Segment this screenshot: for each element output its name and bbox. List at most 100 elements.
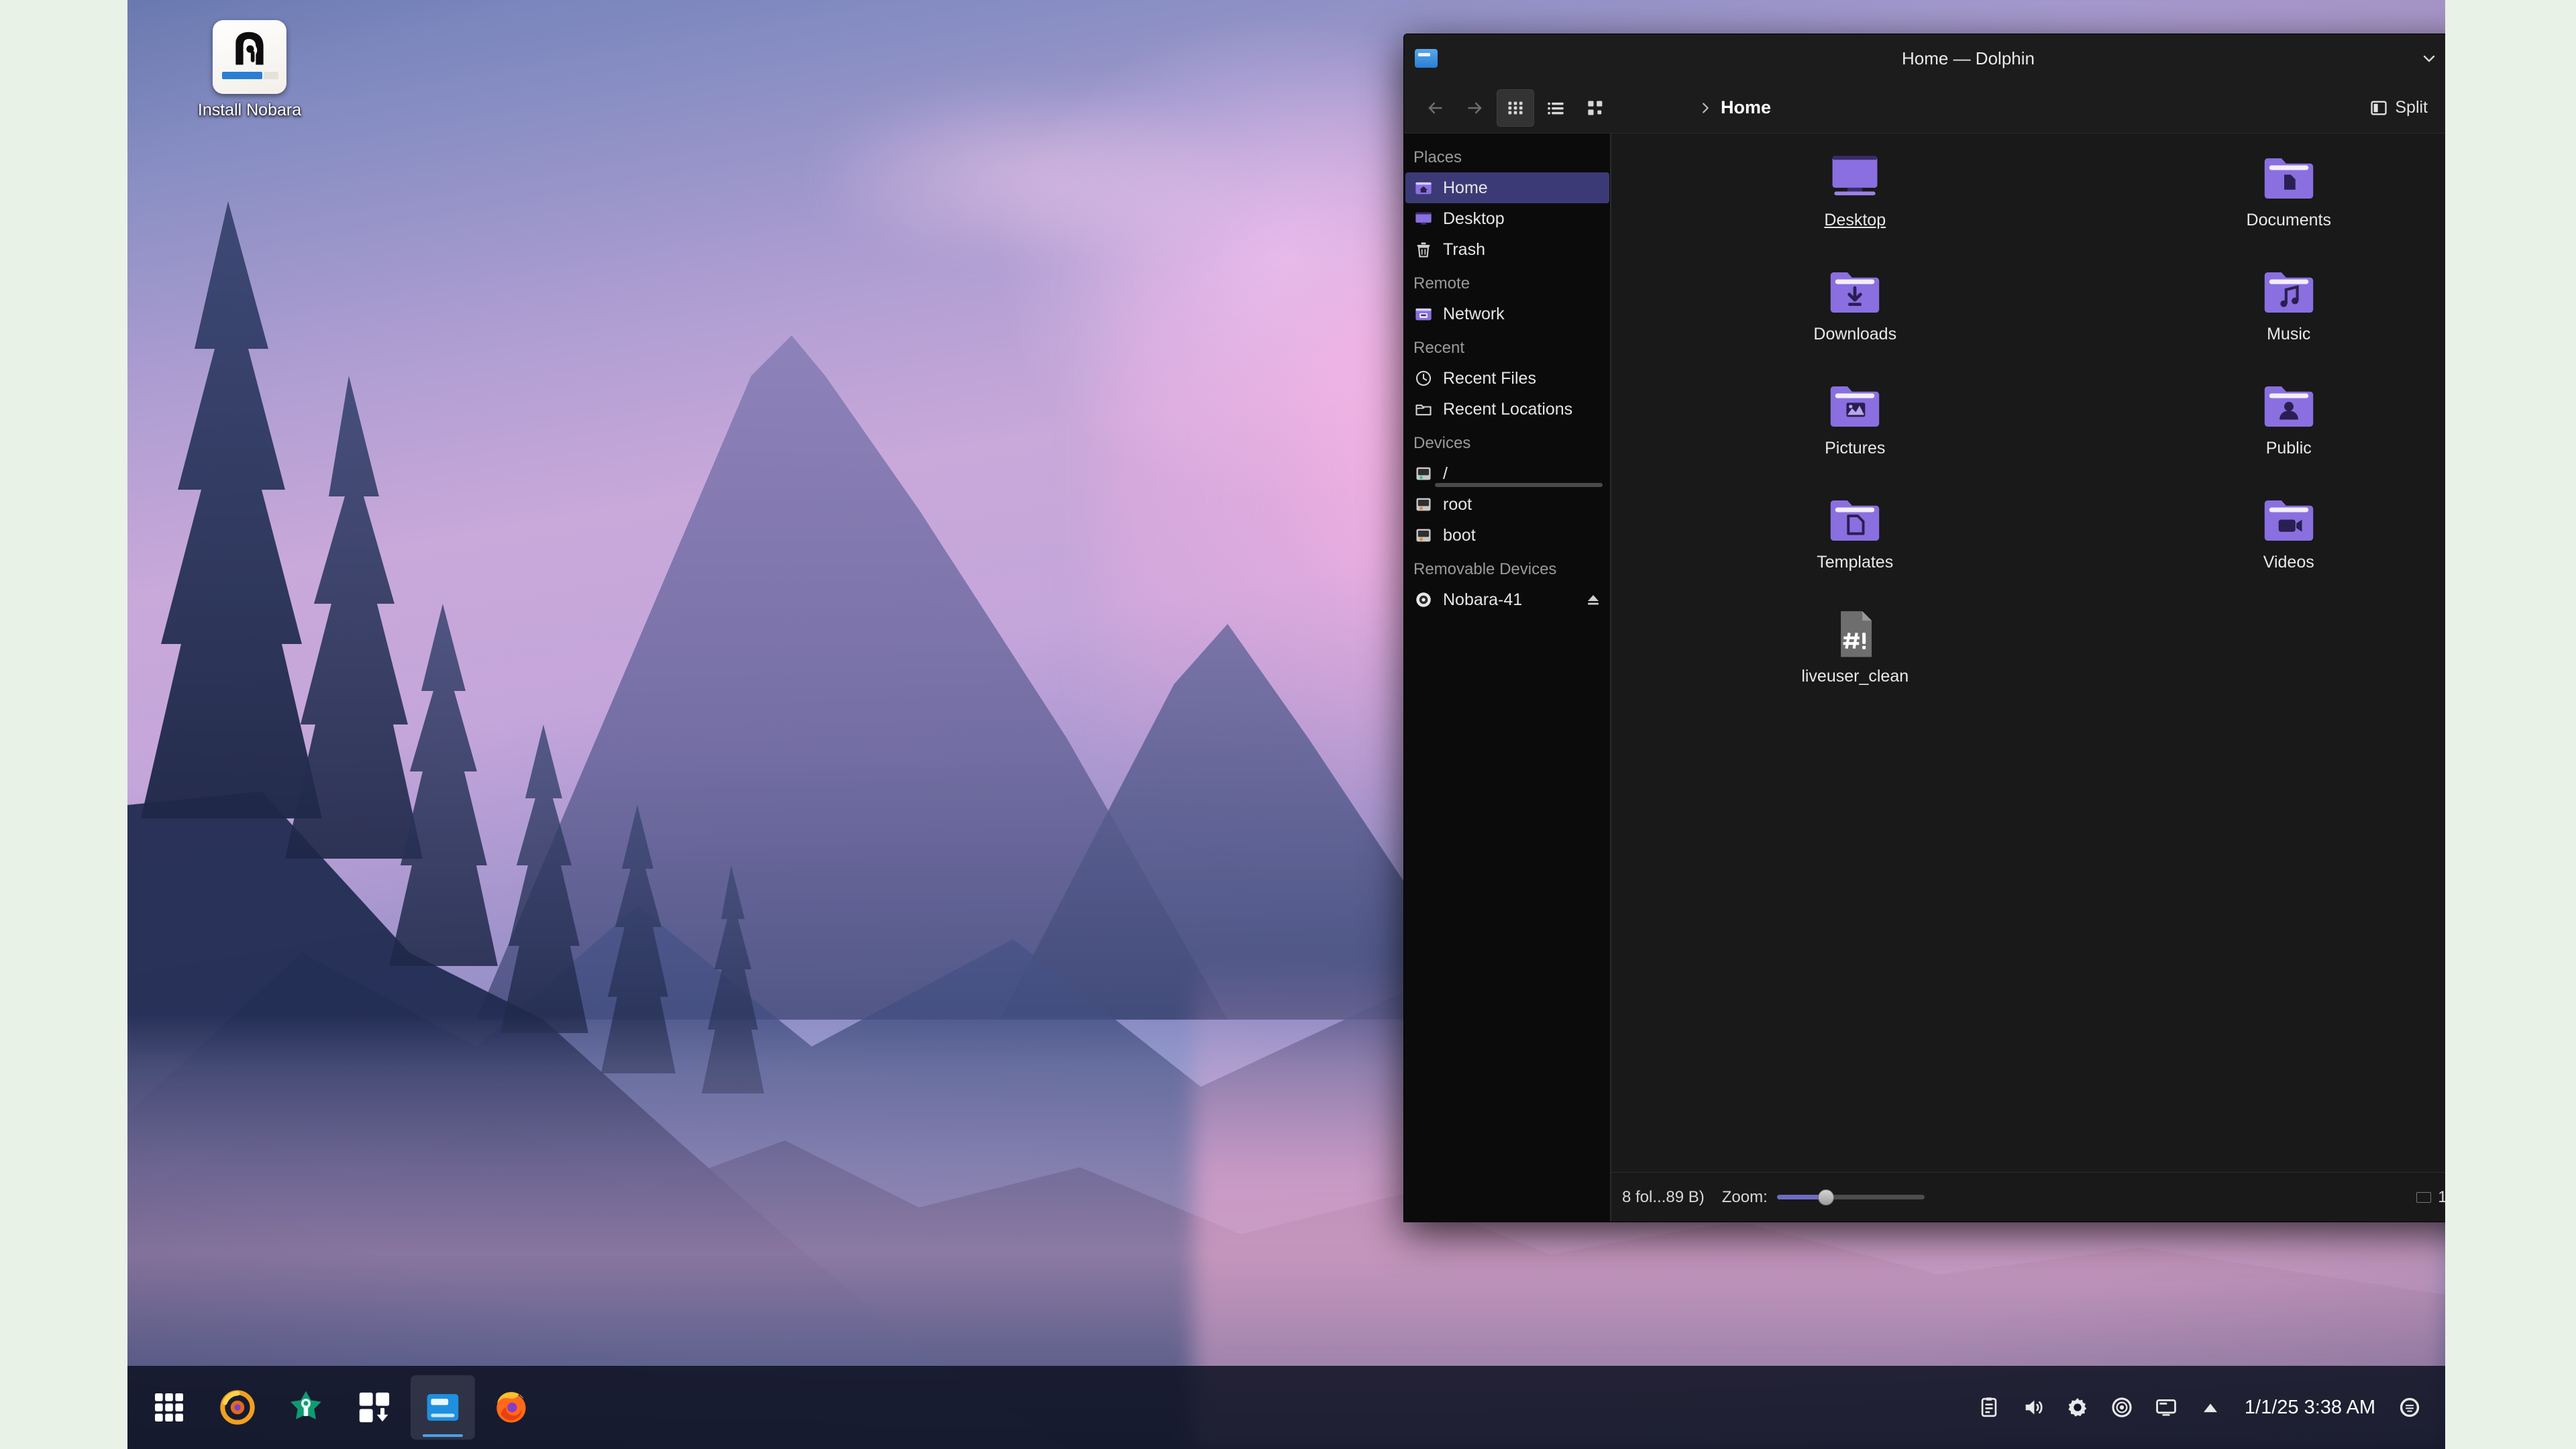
file-item-videos[interactable]: Videos — [2188, 490, 2390, 571]
zoom-control: Zoom: — [1722, 1188, 1925, 1207]
volume-button[interactable] — [2012, 1383, 2054, 1432]
capacity-bar — [1435, 483, 1603, 487]
file-view: Desktop Documents — [1611, 133, 2445, 1222]
desktop-icon-install-nobara[interactable]: Install Nobara — [169, 20, 330, 120]
trash-icon — [1413, 239, 1434, 260]
nobara-logo-bar-light — [264, 72, 278, 79]
dolphin-file-manager-button[interactable] — [411, 1375, 475, 1440]
status-items-count: 8 fol...89 B) — [1622, 1188, 1705, 1207]
file-item-pictures[interactable]: Pictures — [1754, 376, 1955, 457]
dolphin-icon — [424, 1389, 462, 1426]
split-label: Split — [2395, 98, 2428, 117]
file-item-templates[interactable]: Templates — [1754, 490, 1955, 571]
media-disc-button[interactable] — [2101, 1383, 2143, 1432]
show-hidden-tray-button[interactable] — [2190, 1383, 2231, 1432]
folder-desktop-icon — [1824, 152, 1886, 205]
zoom-slider[interactable] — [1777, 1189, 1925, 1205]
discover-icon — [219, 1389, 256, 1426]
notifications-button[interactable] — [2389, 1383, 2430, 1432]
search-button[interactable] — [2441, 89, 2445, 127]
sidebar-section-removable-devices: Removable Devices — [1404, 551, 1611, 584]
minimize-button[interactable] — [2412, 41, 2445, 76]
file-item-label: Videos — [2263, 553, 2314, 572]
discover-button[interactable] — [205, 1375, 270, 1440]
sidebar-item-desktop[interactable]: Desktop — [1405, 203, 1609, 234]
application-launcher-button[interactable] — [137, 1375, 201, 1440]
taskbar: 1/1/25 3:38 AM — [127, 1366, 2445, 1449]
sidebar-item-root-filesystem[interactable]: / — [1405, 458, 1609, 489]
icons-view-button[interactable] — [1497, 89, 1534, 127]
sidebar-item-label: root — [1443, 495, 1472, 515]
window-controls — [2412, 41, 2445, 76]
eject-icon[interactable] — [1585, 592, 1601, 608]
sidebar-item-recent-files[interactable]: Recent Files — [1405, 363, 1609, 394]
sidebar-item-trash[interactable]: Trash — [1405, 234, 1609, 265]
free-space-label: 1 GiB fre — [2438, 1188, 2445, 1207]
folder-videos-icon — [2258, 494, 2320, 547]
back-arrow-icon — [1426, 99, 1444, 117]
folder-templates-icon — [1824, 494, 1886, 547]
compact-view-icon — [1587, 99, 1605, 117]
settings-button[interactable] — [2057, 1383, 2098, 1432]
sidebar-section-recent: Recent — [1404, 329, 1611, 363]
file-item-label: Documents — [2247, 211, 2331, 230]
zoom-slider-fill — [1777, 1195, 1824, 1199]
split-view-button[interactable]: Split — [2360, 89, 2437, 127]
firefox-button[interactable] — [479, 1375, 543, 1440]
sidebar-section-remote: Remote — [1404, 265, 1611, 299]
sidebar-item-home[interactable]: Home — [1405, 172, 1609, 203]
breadcrumb-current[interactable]: Home — [1721, 97, 1771, 118]
window-titlebar[interactable]: Home — Dolphin — [1404, 34, 2445, 83]
software-update-icon — [356, 1389, 393, 1426]
dolphin-icon — [1415, 49, 1438, 68]
sidebar-item-root[interactable]: root — [1405, 489, 1609, 520]
desktop-folder-icon — [1413, 209, 1434, 229]
file-item-music[interactable]: Music — [2188, 262, 2390, 343]
zoom-slider-handle[interactable] — [1818, 1189, 1834, 1205]
nobara-wrench-icon — [287, 1389, 325, 1426]
recent-locations-icon — [1413, 399, 1434, 419]
file-item-public[interactable]: Public — [2188, 376, 2390, 457]
chevron-up-icon — [2199, 1396, 2222, 1419]
chevron-right-icon — [1698, 101, 1713, 115]
window-title: Home — Dolphin — [1404, 48, 2445, 69]
nobara-package-manager-button[interactable] — [274, 1375, 338, 1440]
folder-downloads-icon — [1824, 266, 1886, 319]
forward-button[interactable] — [1456, 89, 1494, 127]
folder-pictures-icon — [1824, 380, 1886, 433]
free-space-indicator[interactable]: 1 GiB fre — [2416, 1188, 2445, 1207]
clock[interactable]: 1/1/25 3:38 AM — [2234, 1397, 2386, 1419]
clipboard-icon — [1978, 1396, 2000, 1419]
details-view-icon — [1546, 99, 1565, 117]
file-item-label: Desktop — [1824, 211, 1886, 230]
breadcrumb[interactable]: Home — [1698, 97, 2357, 118]
sidebar-item-boot[interactable]: boot — [1405, 520, 1609, 551]
sidebar-item-recent-locations[interactable]: Recent Locations — [1405, 394, 1609, 425]
home-folder-icon — [1413, 178, 1434, 198]
sidebar-item-nobara-41[interactable]: Nobara-41 — [1405, 584, 1609, 615]
compact-view-button[interactable] — [1577, 89, 1615, 127]
file-item-desktop[interactable]: Desktop — [1754, 148, 1955, 229]
folder-public-icon — [2258, 380, 2320, 433]
file-item-label: Music — [2267, 325, 2310, 344]
grid-apps-icon — [150, 1389, 188, 1426]
forward-arrow-icon — [1466, 99, 1485, 117]
details-view-button[interactable] — [1537, 89, 1574, 127]
file-item-documents[interactable]: Documents — [2188, 148, 2390, 229]
file-item-liveuser-clean[interactable]: liveuser_clean — [1754, 604, 1955, 685]
split-panel-icon — [2369, 99, 2388, 117]
file-item-label: Pictures — [1825, 439, 1885, 458]
clipboard-button[interactable] — [1968, 1383, 2010, 1432]
software-update-button[interactable] — [342, 1375, 407, 1440]
nobara-logo-glyph — [229, 30, 270, 70]
back-button[interactable] — [1416, 89, 1454, 127]
file-item-downloads[interactable]: Downloads — [1754, 262, 1955, 343]
optical-disc-icon — [1413, 590, 1434, 610]
places-sidebar: Places Home — [1404, 133, 1611, 1222]
display-config-button[interactable] — [2145, 1383, 2187, 1432]
sidebar-item-network[interactable]: Network — [1405, 299, 1609, 329]
icons-view-icon — [1506, 99, 1525, 117]
sidebar-item-label: Recent Files — [1443, 369, 1536, 388]
file-item-label: liveuser_clean — [1801, 667, 1909, 686]
sidebar-item-label: Nobara-41 — [1443, 590, 1522, 610]
